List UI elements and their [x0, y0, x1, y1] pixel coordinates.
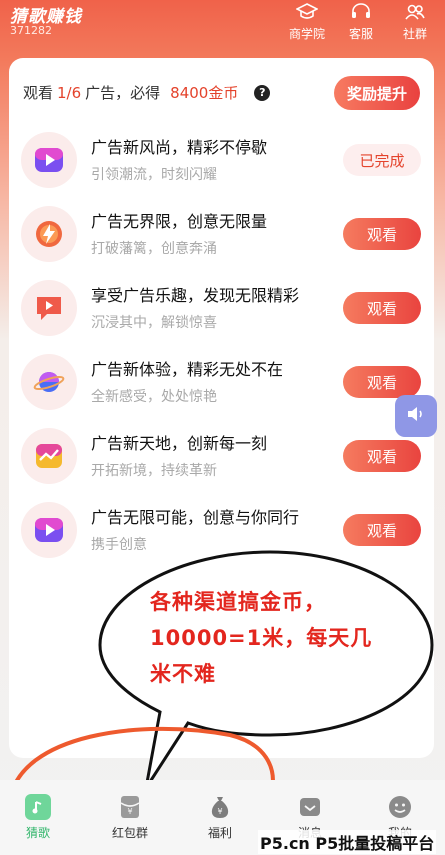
summary-prefix: 观看 [23, 84, 54, 102]
task-watch-button[interactable]: 观看 [343, 440, 421, 472]
help-icon[interactable]: ? [254, 84, 271, 101]
play-icon [21, 502, 77, 558]
task-item: 享受广告乐趣，发现无限精彩 沉浸其中，解锁惊喜 观看 [21, 280, 421, 338]
task-title: 广告新天地，创新每一刻 [91, 434, 268, 453]
reward-boost-button[interactable]: 奖励提升 [334, 76, 420, 110]
user-id: 371282 [10, 24, 52, 37]
top-nav: 商学院 客服 社群 [285, 2, 437, 42]
bottom-nav-red-packet[interactable]: ¥ 红包群 [100, 794, 160, 841]
task-item: 广告无限可能，创意与你同行 携手创意 观看 [21, 502, 421, 560]
task-title: 广告新体验，精彩无处不在 [91, 360, 284, 379]
message-icon [297, 794, 323, 820]
speaker-icon [406, 405, 426, 427]
red-packet-icon: ¥ [117, 794, 143, 820]
annotation-text: 各种渠道搞金币，10000=1米，每天几米不难 [150, 590, 373, 686]
top-nav-label: 客服 [348, 27, 373, 41]
music-note-icon [25, 794, 51, 820]
profile-icon [387, 794, 413, 820]
task-subtitle: 开拓新境，持续革新 [91, 463, 217, 479]
task-subtitle: 携手创意 [91, 537, 147, 553]
chart-icon [21, 428, 77, 484]
bottom-nav-label: 福利 [207, 826, 232, 840]
bottom-nav-label: 猜歌 [25, 826, 50, 840]
task-title: 享受广告乐趣，发现无限精彩 [91, 286, 300, 305]
headset-icon [349, 2, 373, 22]
watch-progress: 1/6 [57, 83, 82, 102]
task-subtitle: 打破藩篱，创意奔涌 [91, 241, 217, 257]
task-title: 广告新风尚，精彩不停歇 [91, 138, 268, 157]
bottom-nav-welfare[interactable]: ¥ 福利 [190, 794, 250, 841]
task-item: 广告新体验，精彩无处不在 全新感受，处处惊艳 观看 [21, 354, 421, 412]
play-icon [21, 132, 77, 188]
graduation-cap-icon [295, 2, 319, 22]
task-title: 广告无界限，创意无限量 [91, 212, 268, 231]
community-icon [403, 2, 427, 22]
task-completed-button[interactable]: 已完成 [343, 144, 421, 176]
watch-summary: 观看 1/6 广告，必得 8400金币 ? [23, 82, 271, 103]
volume-float-button[interactable] [395, 395, 437, 437]
top-nav-business-school[interactable]: 商学院 [285, 2, 329, 42]
task-item: 广告新天地，创新每一刻 开拓新境，持续革新 观看 [21, 428, 421, 486]
chat-play-icon [21, 280, 77, 336]
task-watch-button[interactable]: 观看 [343, 514, 421, 546]
task-title: 广告无限可能，创意与你同行 [91, 508, 300, 527]
svg-text:¥: ¥ [127, 807, 132, 816]
bottom-nav-label: 红包群 [111, 826, 148, 840]
summary-middle: 广告，必得 [85, 84, 161, 102]
top-nav-label: 社群 [402, 27, 427, 41]
bottom-nav-guess-song[interactable]: 猜歌 [8, 794, 68, 841]
money-bag-icon: ¥ [207, 794, 233, 820]
task-watch-button[interactable]: 观看 [343, 218, 421, 250]
task-subtitle: 沉浸其中，解锁惊喜 [91, 315, 217, 331]
task-subtitle: 全新感受，处处惊艳 [91, 389, 217, 405]
task-subtitle: 引领潮流，时刻闪耀 [91, 167, 217, 183]
planet-icon [21, 354, 77, 410]
top-nav-customer-service[interactable]: 客服 [339, 2, 383, 42]
reward-amount: 8400金币 [170, 84, 239, 102]
top-nav-label: 商学院 [288, 27, 325, 41]
top-nav-community[interactable]: 社群 [393, 2, 437, 42]
svg-text:¥: ¥ [217, 807, 222, 816]
lightning-icon [21, 206, 77, 262]
watermark: P5.cn P5批量投稿平台 [258, 830, 437, 854]
task-watch-button[interactable]: 观看 [343, 292, 421, 324]
task-item: 广告新风尚，精彩不停歇 引领潮流，时刻闪耀 已完成 [21, 132, 421, 190]
task-item: 广告无界限，创意无限量 打破藩篱，创意奔涌 观看 [21, 206, 421, 264]
task-watch-button[interactable]: 观看 [343, 366, 421, 398]
